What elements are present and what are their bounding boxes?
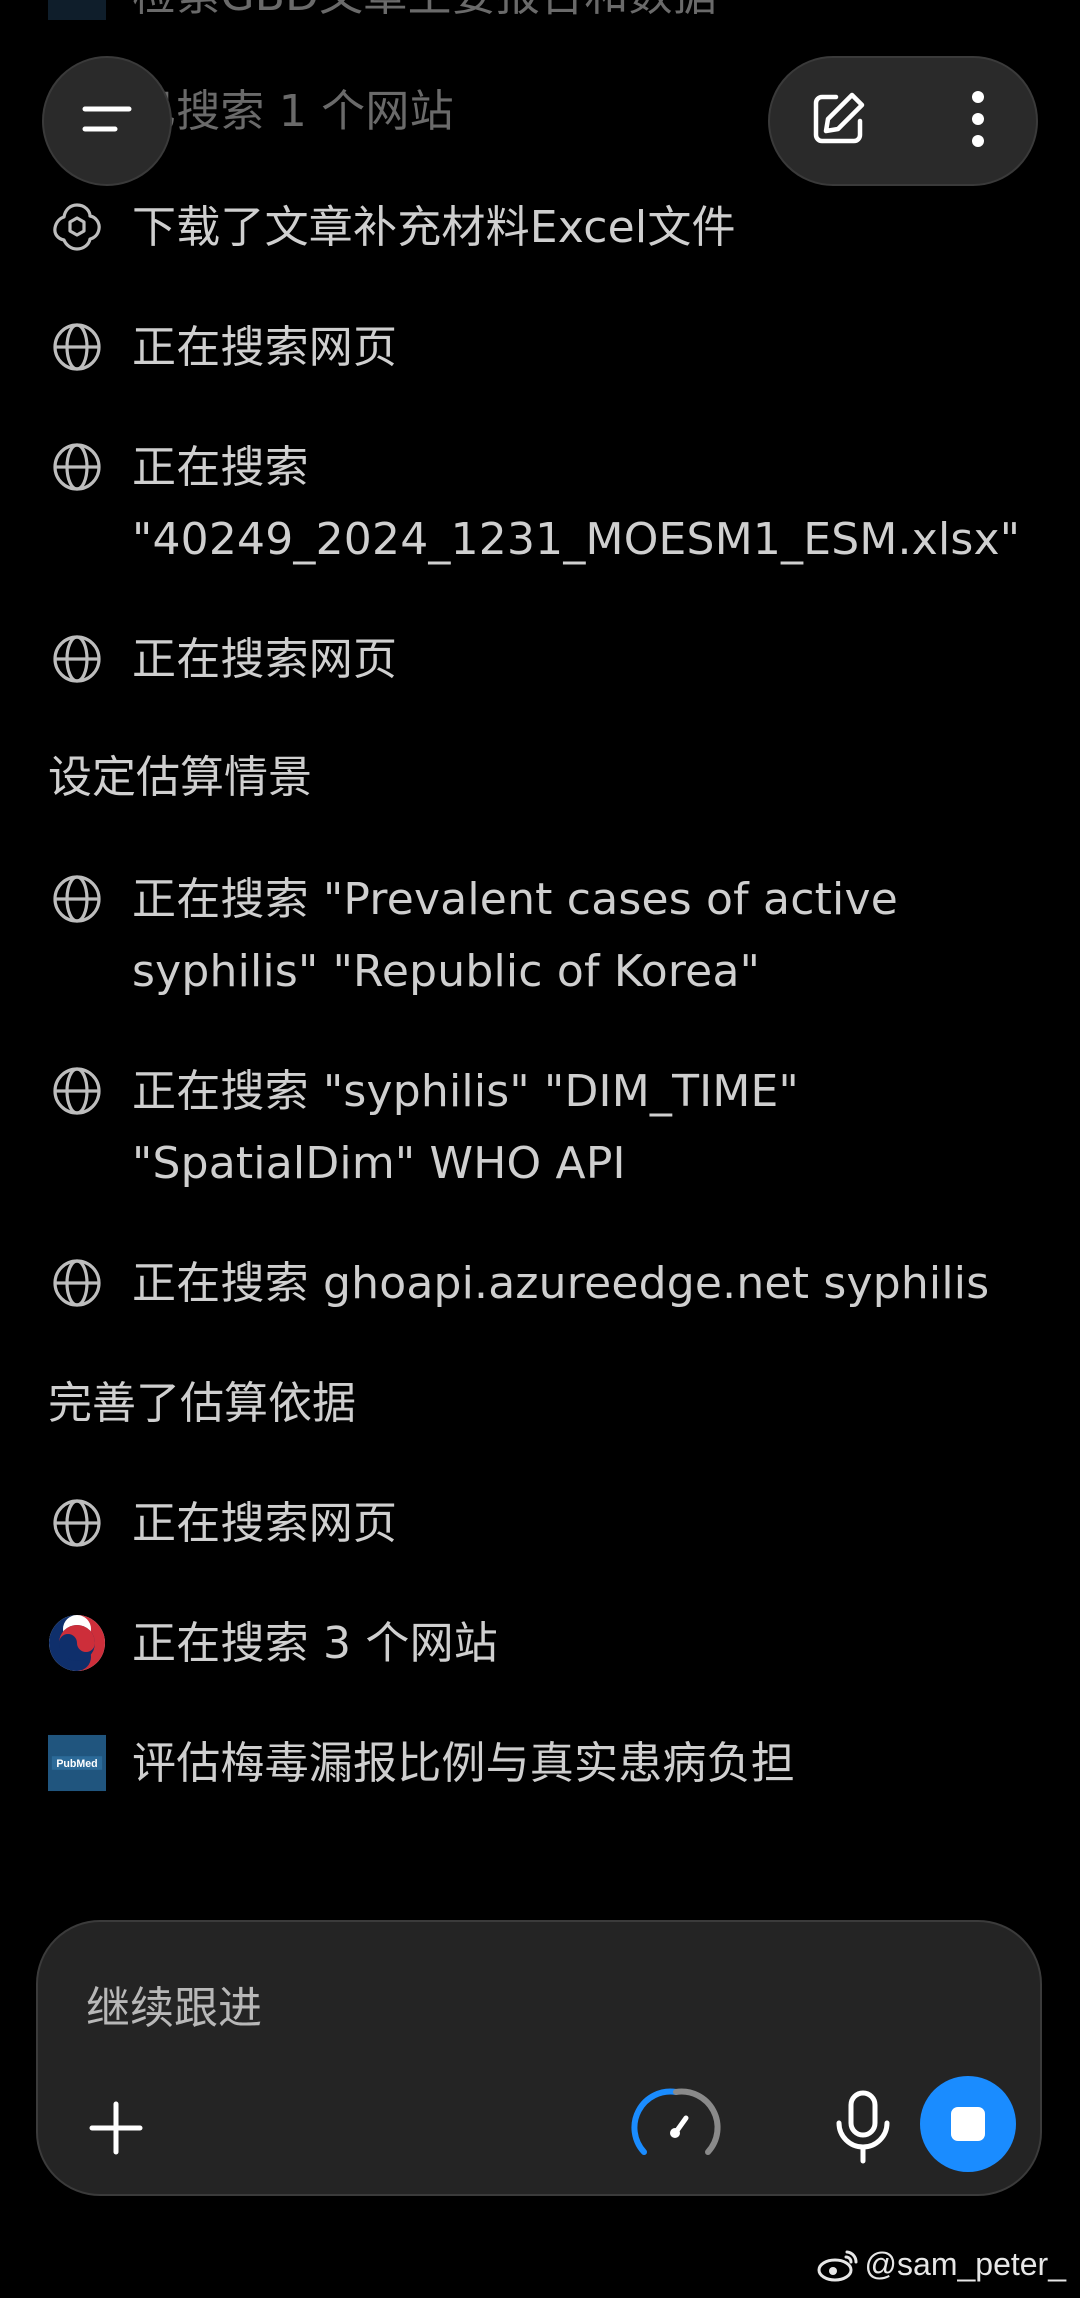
korea-emblem-icon: [48, 1614, 106, 1672]
pubmed-logo-text: PubMed: [56, 1758, 97, 1770]
pubmed-logo-icon: PubMed: [48, 1734, 106, 1792]
feed-item: 正在搜索网页: [48, 624, 1040, 696]
openai-icon: [48, 198, 106, 256]
feed-item-text: 正在搜索网页: [132, 322, 398, 373]
plus-icon: [88, 2100, 144, 2160]
speed-button[interactable]: [628, 2082, 724, 2178]
stop-button[interactable]: [920, 2076, 1016, 2172]
feed-item: 正在搜索 "Prevalent cases of active syphilis…: [48, 864, 1040, 1008]
feed-item-text: 正在搜索 "syphilis" "DIM_TIME" "SpatialDim" …: [132, 1066, 799, 1189]
message-composer: [36, 1920, 1042, 2196]
watermark-text: @sam_peter_: [864, 2246, 1066, 2282]
feed-item-text: 正在搜索 "40249_2024_1231_MOESM1_ESM.xlsx": [132, 442, 1021, 565]
menu-button[interactable]: [42, 56, 172, 186]
globe-icon: [48, 630, 106, 688]
section-heading: 设定估算情景: [48, 752, 312, 803]
top-actions-group: [768, 56, 1038, 186]
globe-icon: [48, 1494, 106, 1552]
feed-item: PubMed 评估梅毒漏报比例与真实患病负担: [48, 1728, 1040, 1800]
feed-item: 下载了文章补充材料Excel文件: [48, 192, 1040, 264]
activity-feed: 检索GBD文章主要报告和数据 已搜索 1 个网站 下载了文章补充材料Excel文…: [0, 0, 1080, 1880]
more-vertical-icon: [968, 89, 988, 153]
feed-item-text: 正在搜索网页: [132, 1498, 398, 1549]
feed-item: 正在搜索网页: [48, 312, 1040, 384]
feed-item-text: 正在搜索 "Prevalent cases of active syphilis…: [132, 874, 898, 997]
globe-icon: [48, 1062, 106, 1120]
feed-item-text: 检索GBD文章主要报告和数据: [132, 0, 717, 32]
watermark: @sam_peter_: [817, 2246, 1066, 2283]
section-heading: 完善了估算依据: [48, 1378, 356, 1429]
feed-item-text: 已搜索 1 个网站: [132, 86, 454, 137]
stop-icon: [951, 2107, 985, 2141]
globe-icon: [48, 1254, 106, 1312]
microphone-button[interactable]: [818, 2084, 908, 2174]
edit-button[interactable]: [800, 83, 876, 159]
feed-item: 正在搜索 ghoapi.azureedge.net syphilis: [48, 1248, 1040, 1320]
pubmed-logo-icon: [48, 0, 106, 24]
edit-icon: [808, 89, 868, 153]
feed-item-text: 正在搜索 ghoapi.azureedge.net syphilis: [132, 1258, 990, 1309]
microphone-icon: [833, 2089, 893, 2169]
globe-icon: [48, 870, 106, 928]
speedometer-icon: [630, 2082, 722, 2178]
feed-item-text: 评估梅毒漏报比例与真实患病负担: [132, 1738, 795, 1789]
add-attachment-button[interactable]: [78, 2092, 154, 2168]
feed-item-text: 正在搜索网页: [132, 634, 398, 685]
more-options-button[interactable]: [940, 83, 1016, 159]
feed-item-text: 正在搜索 3 个网站: [132, 1618, 498, 1669]
feed-item: 正在搜索 "syphilis" "DIM_TIME" "SpatialDim" …: [48, 1056, 1040, 1200]
weibo-icon: [817, 2250, 858, 2281]
feed-item: 正在搜索 3 个网站: [48, 1608, 1040, 1680]
feed-item: 正在搜索网页: [48, 1488, 1040, 1560]
menu-icon: [79, 99, 135, 143]
feed-item: 正在搜索 "40249_2024_1231_MOESM1_ESM.xlsx": [48, 432, 1040, 576]
feed-item-partial: 检索GBD文章主要报告和数据: [48, 0, 1040, 32]
follow-up-input[interactable]: [86, 1974, 886, 2044]
globe-icon: [48, 438, 106, 496]
globe-icon: [48, 318, 106, 376]
feed-item-text: 下载了文章补充材料Excel文件: [132, 202, 736, 253]
